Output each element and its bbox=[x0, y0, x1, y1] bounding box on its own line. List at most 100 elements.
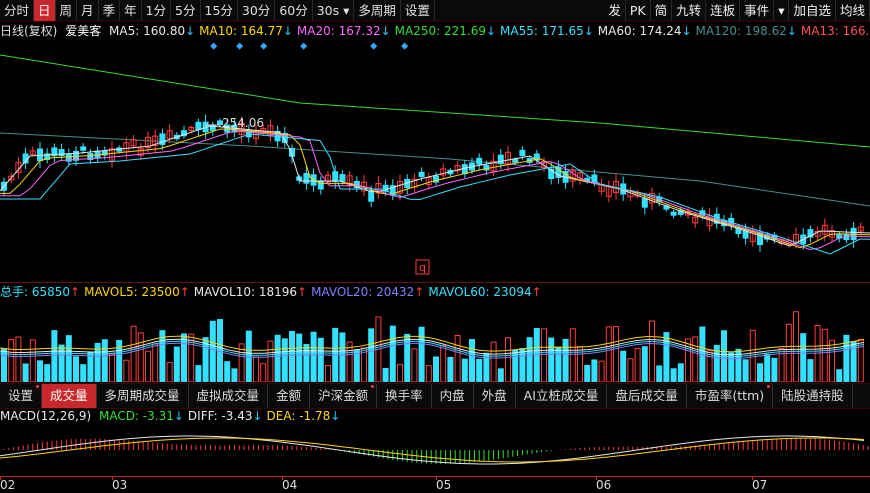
volume-bar bbox=[598, 360, 605, 382]
volume-bar bbox=[339, 332, 346, 382]
period-button[interactable]: 日 bbox=[34, 0, 56, 21]
toolbar-action-button[interactable]: 事件 bbox=[740, 0, 775, 21]
indicator-tab[interactable]: 盘后成交量 bbox=[607, 384, 687, 408]
volume-bar bbox=[663, 332, 670, 382]
volume-bar bbox=[51, 330, 58, 382]
toolbar-action-button[interactable]: 均线 bbox=[836, 0, 870, 21]
indicator-tab[interactable]: 陆股通持股 bbox=[773, 384, 853, 408]
indicator-tab[interactable]: AI立桩成交量 bbox=[516, 384, 608, 408]
volume-bar bbox=[541, 328, 547, 382]
arrow-down-icon: ↓ bbox=[681, 24, 692, 38]
volume-bar bbox=[260, 363, 267, 382]
indicator-tab[interactable]: 沪深金额 bbox=[310, 384, 378, 408]
indicator-value: DEA: -1.78 bbox=[266, 409, 331, 423]
period-button[interactable]: 多周期 bbox=[354, 0, 401, 21]
stock-name[interactable]: 爱美客 bbox=[65, 24, 101, 38]
indicator-value: MA120: 198.62 bbox=[695, 24, 787, 38]
volume-bar bbox=[649, 320, 655, 382]
period-button[interactable]: 季 bbox=[99, 0, 121, 21]
arrow-down-icon: ↓ bbox=[252, 409, 263, 423]
volume-chart[interactable] bbox=[0, 300, 870, 382]
indicator-tab[interactable]: 外盘 bbox=[474, 384, 516, 408]
toolbar-action-button[interactable]: 加自选 bbox=[789, 0, 836, 21]
date-tick bbox=[752, 476, 753, 480]
period-button[interactable]: 周 bbox=[56, 0, 78, 21]
period-button[interactable]: 1分 bbox=[142, 0, 172, 21]
volume-bar bbox=[814, 325, 821, 382]
period-button[interactable]: 年 bbox=[120, 0, 142, 21]
period-button[interactable]: 30s ▾ bbox=[313, 0, 355, 21]
toolbar-action-button[interactable]: PK bbox=[626, 0, 651, 21]
indicator-tab[interactable]: 虚拟成交量 bbox=[189, 384, 269, 408]
date-tick-label: 06 bbox=[596, 478, 612, 492]
volume-bar bbox=[476, 358, 483, 382]
date-tick bbox=[0, 476, 1, 480]
volume-bar bbox=[771, 357, 778, 382]
volume-bar bbox=[490, 341, 497, 382]
dea-line bbox=[0, 437, 865, 463]
arrow-down-icon: ↓ bbox=[185, 24, 196, 38]
volume-bar bbox=[656, 365, 663, 382]
volume-bar bbox=[389, 325, 396, 382]
volume-bar bbox=[137, 332, 144, 382]
volume-bar bbox=[591, 359, 598, 382]
indicator-tab[interactable]: 市盈率(ttm) bbox=[687, 384, 774, 408]
notification-dot-icon bbox=[36, 385, 40, 388]
tab-label: 陆股通持股 bbox=[781, 388, 844, 403]
tab-label: 内盘 bbox=[439, 388, 465, 403]
toolbar-action-button[interactable]: 发 bbox=[604, 0, 626, 21]
indicator-tabs: 设置 成交量 多周期成交量 虚拟成交量 金额 沪深金额 换手率 内盘 外盘 AI立桩成交量 盘后成交… bbox=[0, 383, 870, 409]
volume-bar bbox=[548, 337, 555, 382]
volume-bar bbox=[749, 329, 756, 382]
indicator-value: MAVOL60: 23094 bbox=[428, 285, 532, 299]
volume-bar bbox=[605, 326, 612, 382]
indicator-value: MA55: 171.65 bbox=[500, 24, 584, 38]
indicator-tab[interactable]: 多周期成交量 bbox=[97, 384, 189, 408]
indicator-tab[interactable]: 设置 bbox=[0, 384, 43, 408]
volume-bar bbox=[37, 360, 43, 382]
period-button[interactable]: 15分 bbox=[201, 0, 238, 21]
tab-label: 设置 bbox=[8, 388, 34, 403]
volume-bar bbox=[562, 338, 569, 382]
toolbar-action-button[interactable]: 简 bbox=[651, 0, 673, 21]
volume-info-bar: 总手: 65850↑ MAVOL5: 23500↑ MAVOL10: 18196↑ M… bbox=[0, 284, 870, 300]
period-button[interactable]: 60分 bbox=[275, 0, 313, 21]
arrow-down-icon: ↓ bbox=[380, 24, 391, 38]
period-button[interactable]: 5分 bbox=[171, 0, 201, 21]
candle-body bbox=[339, 174, 346, 182]
period-button[interactable]: 分时 bbox=[0, 0, 35, 21]
period-button[interactable]: 月 bbox=[77, 0, 99, 21]
volume-bar bbox=[627, 358, 634, 382]
signal-diamond-icon bbox=[401, 42, 409, 50]
candle-body bbox=[368, 190, 375, 202]
indicator-value: MA5: 160.80 bbox=[109, 24, 186, 38]
signal-diamond-icon bbox=[236, 42, 244, 50]
indicator-tab[interactable]: 金额 bbox=[268, 384, 311, 408]
indicator-value: MACD: -3.31 bbox=[98, 409, 174, 423]
indicator-tab[interactable]: 换手率 bbox=[377, 384, 432, 408]
toolbar-action-button[interactable]: 九转 bbox=[672, 0, 707, 21]
macd-chart[interactable] bbox=[0, 424, 870, 476]
volume-bar bbox=[850, 341, 857, 382]
chevron-down-icon[interactable]: ▾ bbox=[774, 0, 790, 21]
volume-bar bbox=[368, 328, 375, 382]
period-button[interactable]: 设置 bbox=[401, 0, 435, 21]
volume-bar bbox=[29, 339, 36, 382]
date-tick-label: 05 bbox=[436, 478, 452, 492]
volume-bar bbox=[497, 368, 504, 382]
indicator-tab[interactable]: 内盘 bbox=[432, 384, 474, 408]
volume-bar bbox=[44, 364, 51, 382]
chevron-down-icon[interactable]: ▾ bbox=[339, 3, 349, 18]
notification-dot-icon bbox=[371, 385, 375, 388]
period-button[interactable]: 30分 bbox=[238, 0, 276, 21]
toolbar-action-button[interactable]: 连板 bbox=[706, 0, 741, 21]
volume-bar bbox=[620, 350, 627, 382]
indicator-tab[interactable]: 成交量 bbox=[42, 384, 97, 408]
candlestick-chart[interactable]: 254.06 q bbox=[0, 41, 870, 283]
arrow-down-icon: ↓ bbox=[485, 24, 497, 38]
high-marker-label: 254.06 bbox=[222, 116, 264, 130]
volume-bar bbox=[397, 363, 403, 382]
volume-bar bbox=[440, 344, 447, 382]
indicator-value: MA250: 221.69 bbox=[394, 24, 486, 38]
tab-label: 沪深金额 bbox=[318, 388, 369, 403]
